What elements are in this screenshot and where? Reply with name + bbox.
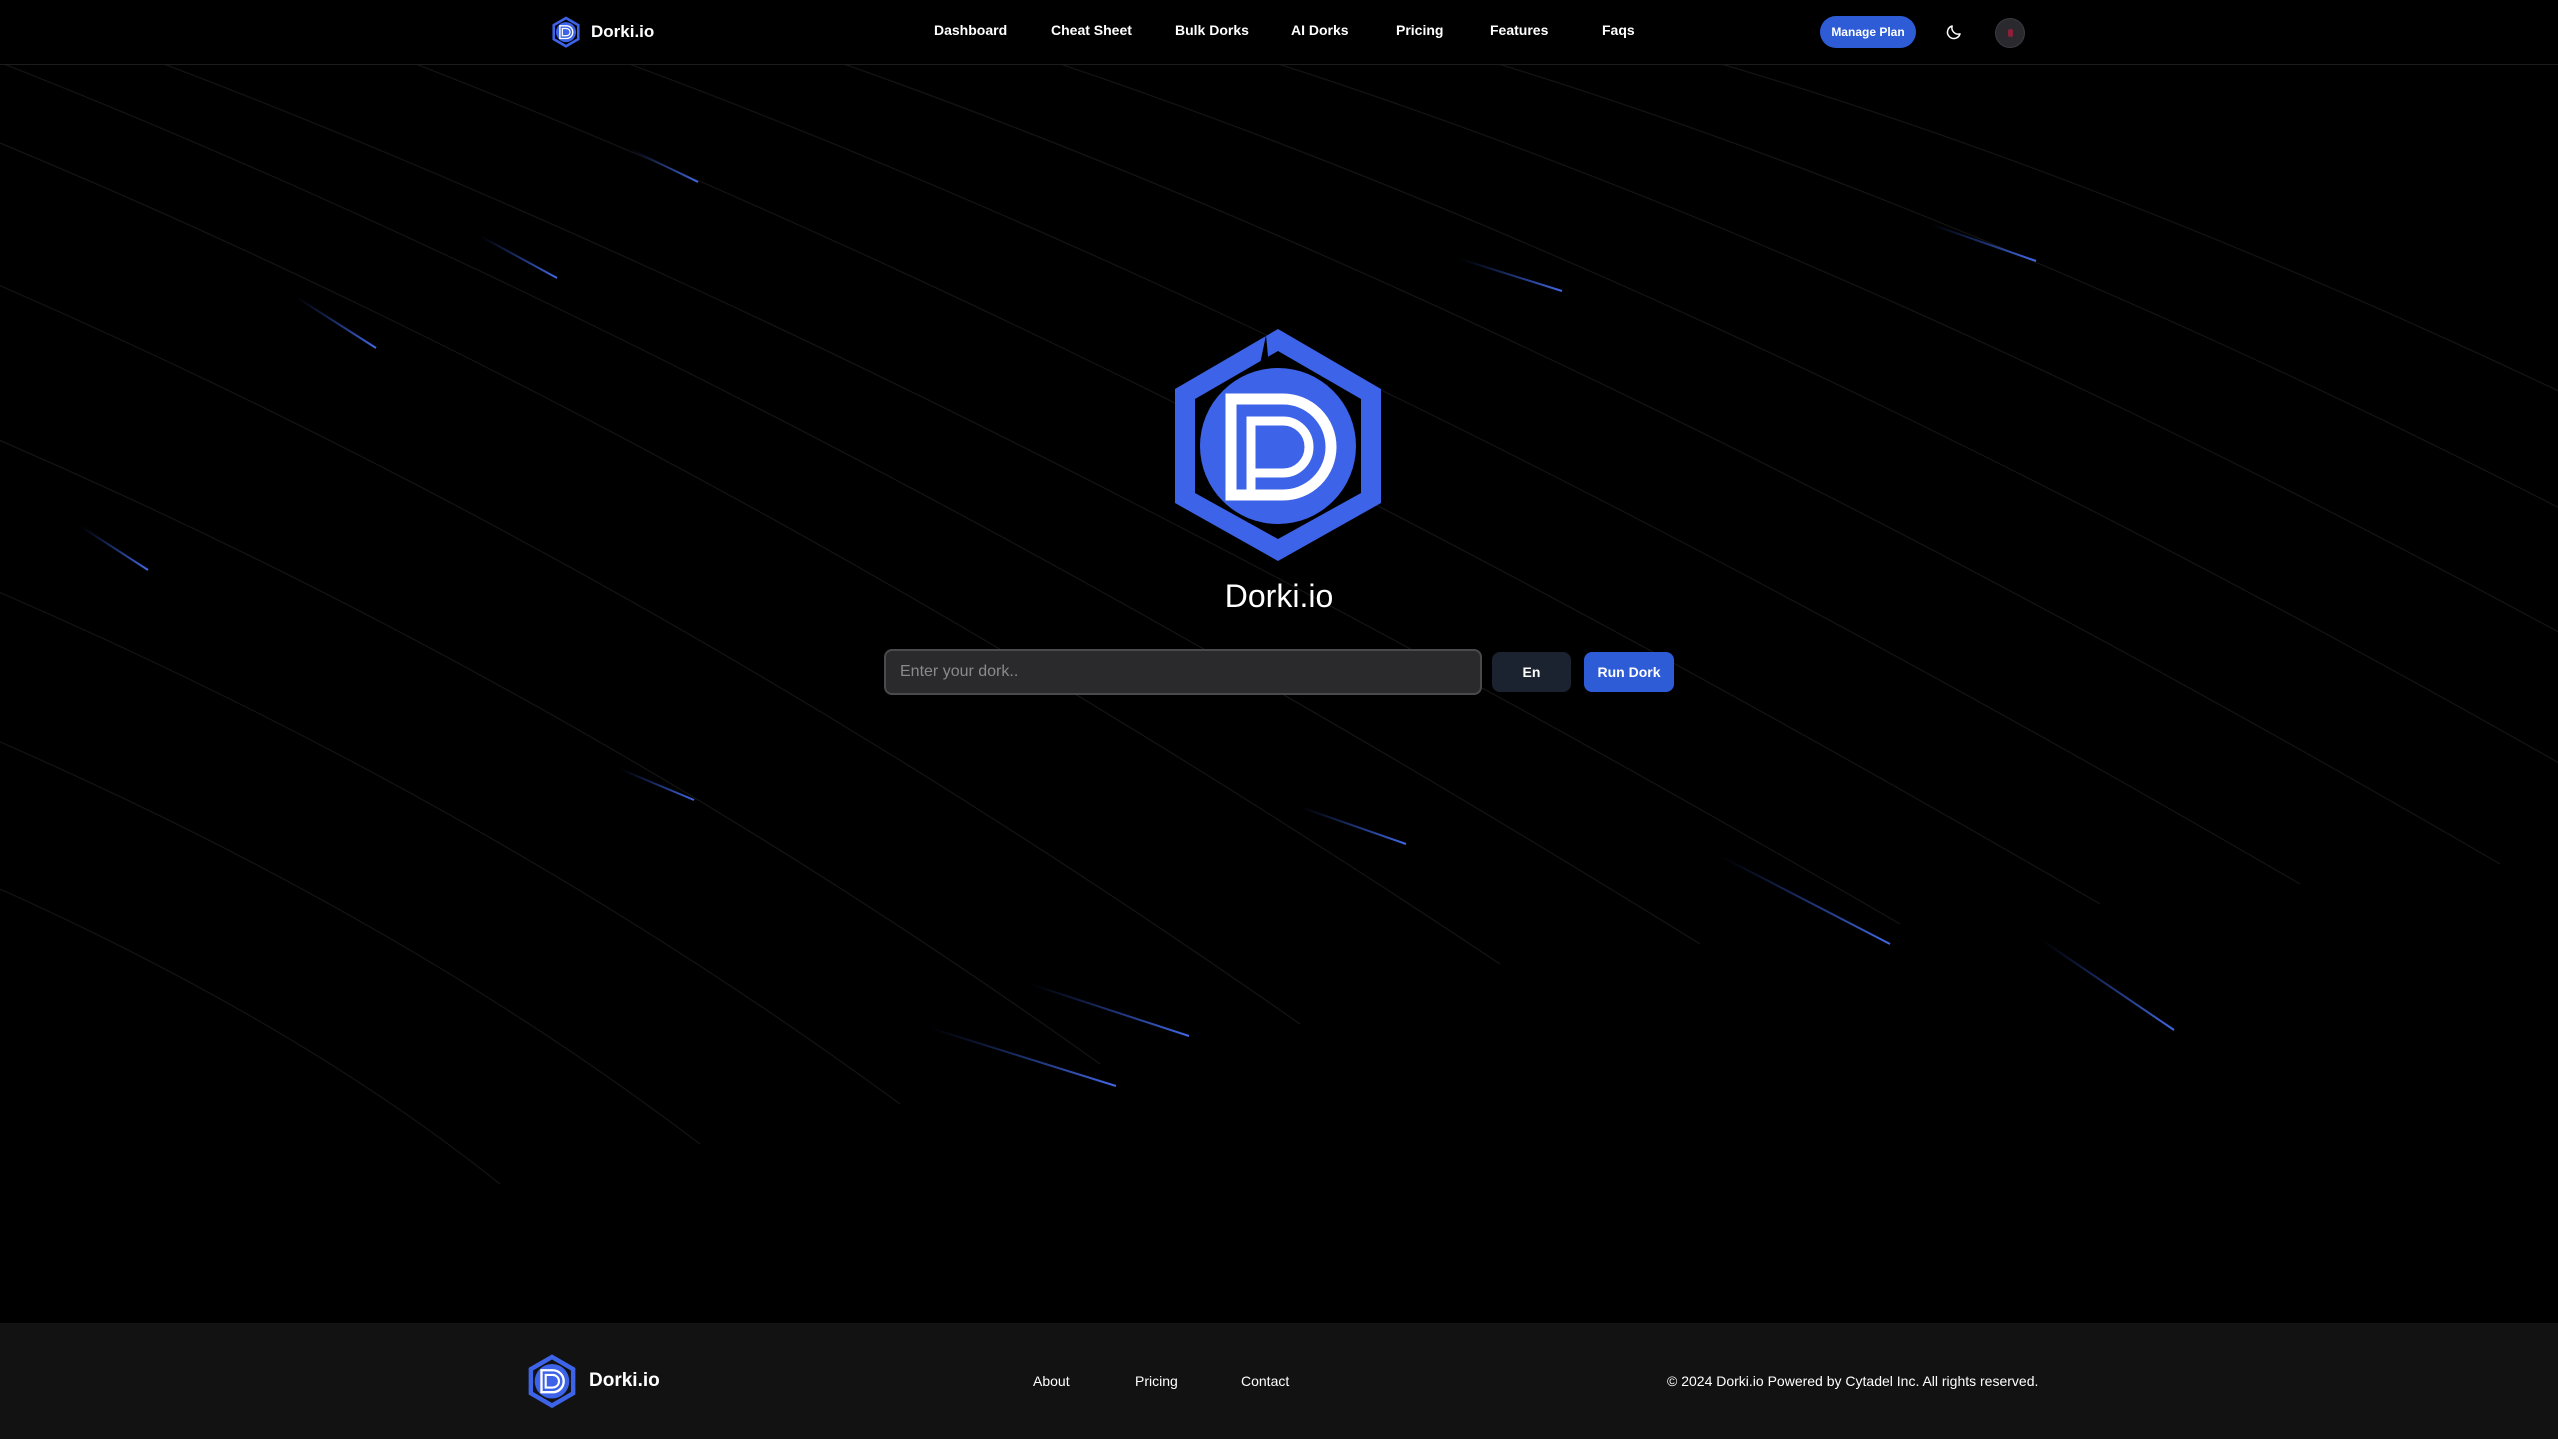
footer-link-contact[interactable]: Contact [1241,1373,1289,1389]
footer: Dorki.io About Pricing Contact © 2024 Do… [0,1323,2558,1439]
dorki-logo-icon [552,16,580,48]
footer-link-about[interactable]: About [1033,1373,1070,1389]
dorki-hexagon-logo-icon [1175,329,1381,561]
top-navbar: Dorki.io Dashboard Cheat Sheet Bulk Dork… [0,0,2558,65]
moon-icon [1946,25,1961,40]
nav-bulk-dorks[interactable]: Bulk Dorks [1175,22,1249,38]
footer-dorki-logo-icon [528,1354,576,1409]
footer-brand-link[interactable]: Dorki.io [527,1353,660,1409]
language-button[interactable]: En [1492,652,1571,692]
nav-dashboard[interactable]: Dashboard [934,22,1007,38]
nav-cheat-sheet[interactable]: Cheat Sheet [1051,22,1132,38]
dork-search-input[interactable] [884,649,1482,695]
nav-features[interactable]: Features [1490,22,1548,38]
copyright-text: © 2024 Dorki.io Powered by Cytadel Inc. … [1667,1373,2039,1389]
nav-pricing[interactable]: Pricing [1396,22,1443,38]
brand-logo-link[interactable]: Dorki.io [551,16,654,48]
nav-faqs[interactable]: Faqs [1602,22,1635,38]
avatar-icon [2007,29,2013,37]
nav-ai-dorks[interactable]: AI Dorks [1291,22,1349,38]
brand-name: Dorki.io [591,22,655,41]
footer-link-pricing[interactable]: Pricing [1135,1373,1178,1389]
footer-brand-name: Dorki.io [589,1370,660,1391]
hero-title: Dorki.io [1224,578,1334,614]
user-avatar[interactable] [1995,18,2025,48]
theme-toggle-button[interactable] [1942,20,1966,44]
run-dork-button[interactable]: Run Dork [1584,652,1674,692]
manage-plan-button[interactable]: Manage Plan [1820,16,1916,48]
